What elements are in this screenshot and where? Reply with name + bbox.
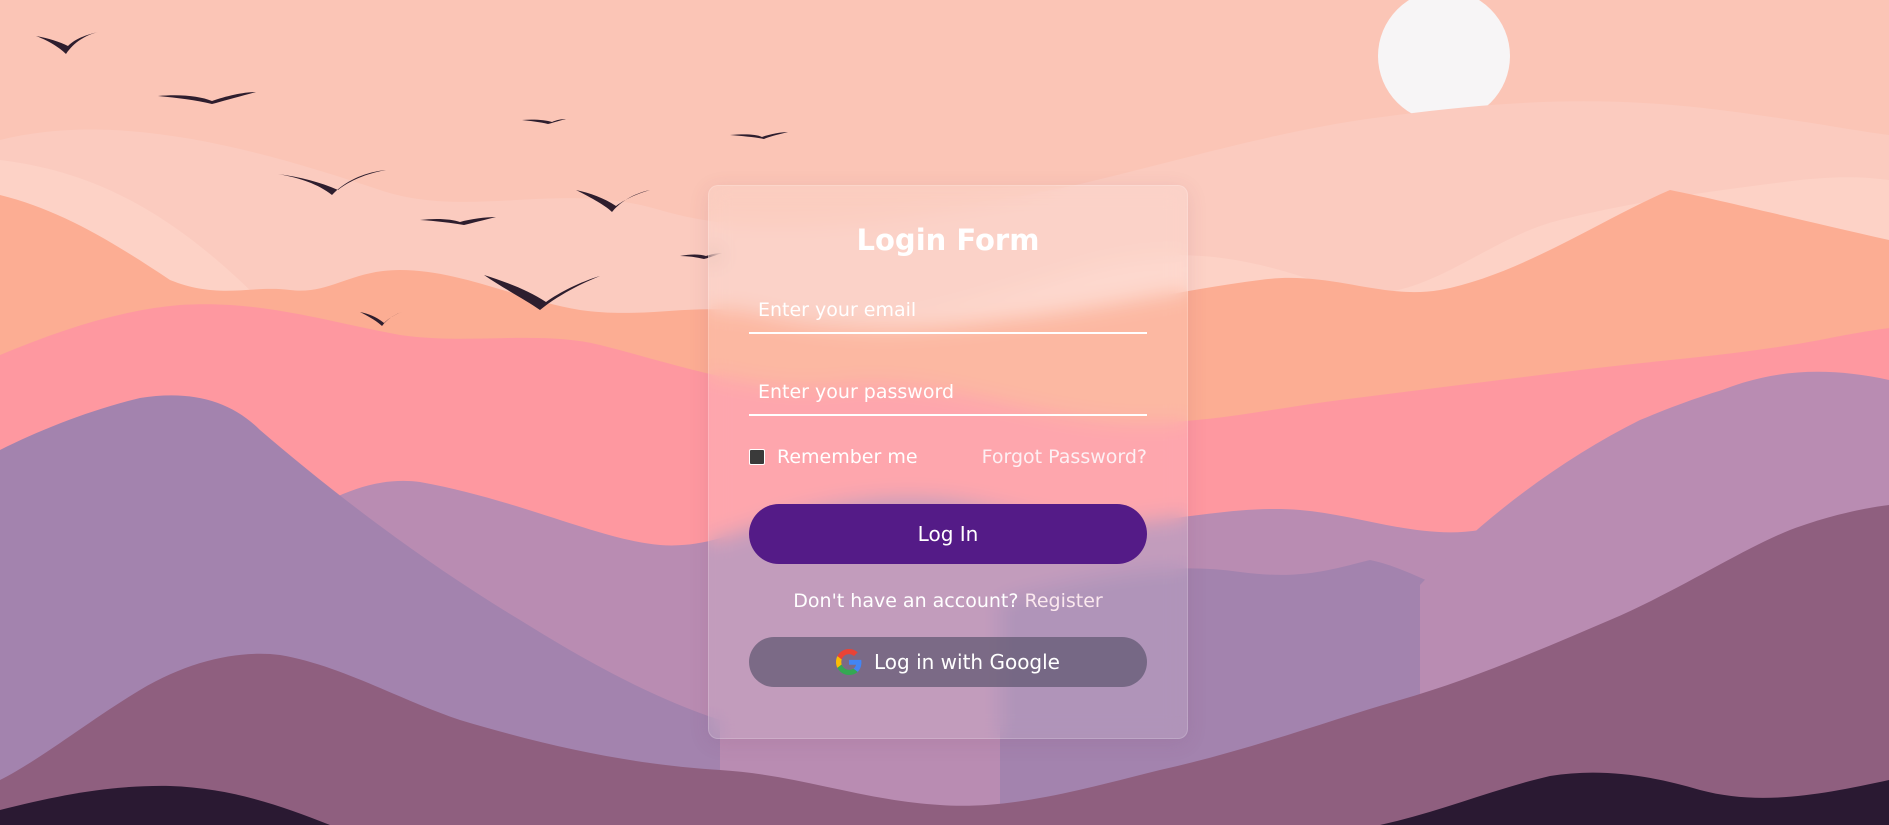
google-icon — [836, 649, 862, 675]
login-button[interactable]: Log In — [749, 504, 1147, 564]
remember-me-text: Remember me — [777, 446, 918, 468]
password-field-wrapper — [749, 370, 1147, 416]
email-input[interactable] — [749, 288, 1147, 334]
google-login-button[interactable]: Log in with Google — [749, 637, 1147, 687]
register-link[interactable]: Register — [1024, 590, 1102, 612]
login-title: Login Form — [856, 223, 1040, 257]
remember-me-checkbox[interactable] — [749, 449, 765, 465]
register-prompt-text: Don't have an account? — [793, 590, 1019, 612]
google-login-label: Log in with Google — [874, 650, 1060, 674]
remember-me-label[interactable]: Remember me — [749, 446, 918, 468]
register-prompt: Don't have an account? Register — [749, 589, 1147, 613]
form-options-row: Remember me Forgot Password? — [749, 444, 1147, 470]
login-card: Login Form Remember me Forgot Password? … — [708, 185, 1188, 739]
email-field-wrapper — [749, 288, 1147, 334]
forgot-password-link[interactable]: Forgot Password? — [982, 446, 1147, 468]
password-input[interactable] — [749, 370, 1147, 416]
